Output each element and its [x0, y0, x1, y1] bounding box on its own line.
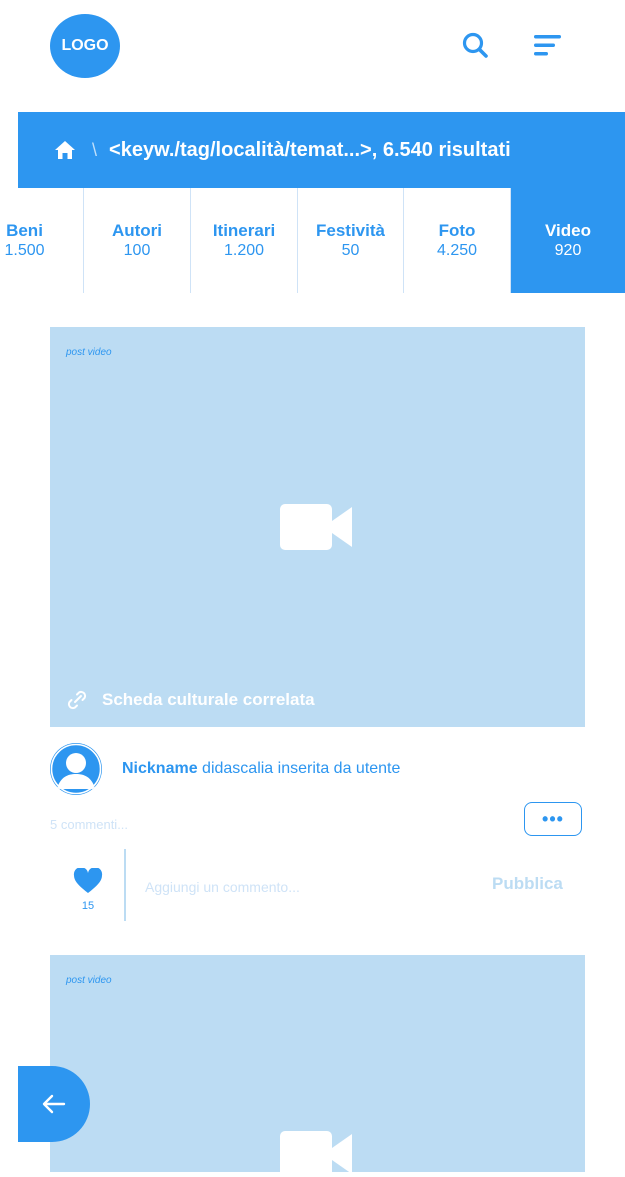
comments-link[interactable]: 5 commenti... — [50, 817, 128, 832]
tab-count: 1.200 — [223, 241, 265, 259]
tab-label: Beni — [6, 220, 43, 240]
tab-count: 100 — [123, 241, 151, 259]
tab-count: 50 — [341, 241, 360, 259]
home-icon[interactable] — [54, 139, 76, 161]
tab-label: Itinerari — [212, 220, 276, 240]
user-icon — [50, 743, 102, 795]
breadcrumb-results: <keyw./tag/località/temat...>, 6.540 ris… — [109, 138, 511, 161]
tab-itinerari[interactable]: Itinerari 1.200 — [191, 188, 298, 293]
related-cultural-card-link[interactable]: Scheda culturale correlata — [66, 689, 315, 711]
related-label: Scheda culturale correlata — [102, 690, 315, 709]
video-post[interactable]: post video Scheda culturale correlata — [50, 327, 585, 727]
like-button[interactable]: 15 — [70, 867, 106, 912]
nickname-link[interactable]: Nickname — [122, 760, 198, 777]
tab-beni[interactable]: Beni 1.500 — [0, 188, 84, 293]
arrow-left-icon — [42, 1094, 66, 1114]
tab-count: 920 — [554, 241, 582, 259]
category-tabs: Beni 1.500 Autori 100 Itinerari 1.200 Fe… — [0, 188, 625, 293]
logo[interactable]: LOGO — [50, 14, 120, 78]
tab-label: Video — [545, 220, 591, 240]
search-icon — [462, 32, 488, 58]
post-caption: Nickname didascalia inserita da utente — [122, 760, 400, 778]
tab-autori[interactable]: Autori 100 — [84, 188, 191, 293]
tab-label: Festività — [316, 220, 385, 240]
more-options-button[interactable]: ••• — [524, 802, 582, 836]
caption-text: didascalia inserita da utente — [202, 760, 401, 777]
tab-label: Foto — [438, 220, 476, 240]
video-camera-icon — [280, 504, 352, 550]
breadcrumb: \ <keyw./tag/località/temat...>, 6.540 r… — [18, 112, 625, 188]
like-count: 15 — [81, 900, 95, 912]
tab-foto[interactable]: Foto 4.250 — [404, 188, 511, 293]
menu-button[interactable] — [530, 28, 566, 62]
tab-count: 4.250 — [436, 241, 478, 259]
heart-icon — [73, 867, 103, 893]
search-button[interactable] — [458, 28, 492, 62]
divider — [124, 849, 126, 921]
post-author: Nickname didascalia inserita da utente — [50, 743, 400, 795]
publish-button[interactable]: Pubblica — [492, 874, 563, 894]
breadcrumb-separator: \ — [92, 139, 98, 160]
comment-input[interactable] — [143, 868, 477, 906]
tab-festivita[interactable]: Festività 50 — [298, 188, 404, 293]
avatar[interactable] — [50, 743, 102, 795]
post-type-tag: post video — [66, 347, 112, 358]
video-post[interactable]: post video — [50, 955, 585, 1177]
menu-icon — [534, 35, 561, 56]
tab-video[interactable]: Video 920 — [511, 188, 625, 293]
link-icon — [67, 690, 87, 710]
tab-count: 1.500 — [4, 241, 45, 259]
video-camera-icon — [280, 1131, 352, 1177]
post-type-tag: post video — [66, 975, 112, 986]
tab-label: Autori — [111, 220, 163, 240]
